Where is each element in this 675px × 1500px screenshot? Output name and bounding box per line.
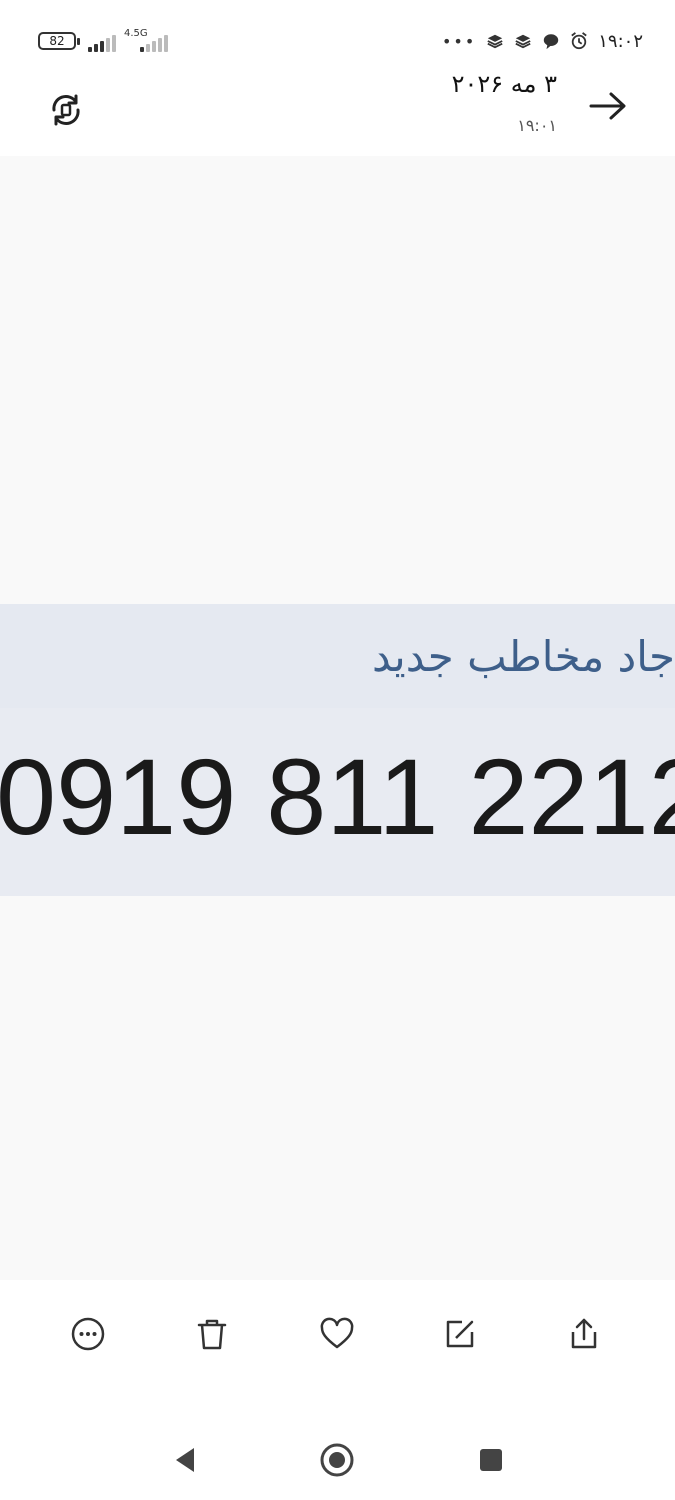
photo-date-title: ۳ مه ۲۰۲۶ xyxy=(451,70,557,98)
photo-label-band: جاد مخاطب جدید xyxy=(0,604,675,708)
chat-icon xyxy=(544,34,559,50)
signal-icon-2 xyxy=(140,32,170,52)
bottom-toolbar xyxy=(0,1280,675,1400)
photo-phone-number: 0919 811 2212 xyxy=(0,736,675,857)
trash-icon[interactable] xyxy=(194,1316,230,1352)
signal-icon xyxy=(88,32,118,52)
stack-icon-2 xyxy=(515,34,531,49)
stack-icon xyxy=(487,34,503,49)
status-right-group: ••• ۱۹:۰۲ xyxy=(442,28,643,54)
photo-time-subtitle: ۱۹:۰۱ xyxy=(517,116,557,135)
home-nav-icon[interactable] xyxy=(319,1442,355,1478)
arrow-right-icon[interactable] xyxy=(587,88,629,124)
battery-icon: 82 xyxy=(38,32,80,50)
heart-icon[interactable] xyxy=(319,1316,355,1352)
photo-content: جاد مخاطب جدید 0919 811 2212 xyxy=(0,604,675,896)
viewer-header: ۳ مه ۲۰۲۶ ۱۹:۰۱ xyxy=(0,60,675,160)
edit-icon[interactable] xyxy=(442,1316,478,1352)
rotate-icon[interactable] xyxy=(46,90,86,130)
back-nav-icon[interactable] xyxy=(168,1442,204,1478)
system-nav-bar xyxy=(0,1400,675,1500)
status-time: ۱۹:۰۲ xyxy=(598,30,643,52)
photo-label-text: جاد مخاطب جدید xyxy=(372,632,675,681)
image-viewer[interactable]: جاد مخاطب جدید 0919 811 2212 xyxy=(0,156,675,1280)
share-icon[interactable] xyxy=(566,1316,602,1352)
more-icon[interactable] xyxy=(70,1316,106,1352)
recents-nav-icon[interactable] xyxy=(473,1442,509,1478)
alarm-icon xyxy=(571,32,587,50)
overflow-dots: ••• xyxy=(441,31,477,51)
